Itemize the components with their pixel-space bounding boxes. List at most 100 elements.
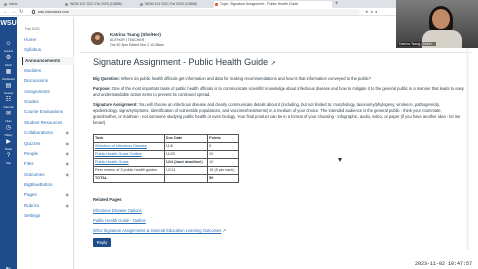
course-nav-label: Grades	[24, 99, 39, 105]
presenter-face	[432, 9, 450, 29]
table-row: Peer review of 3 public health guides 12/…	[93, 166, 239, 175]
column-header-task: Task	[93, 134, 165, 143]
course-nav-item[interactable]: Files ◉	[22, 160, 74, 168]
recording-timestamp: 2023-11-02 10:47:57	[415, 261, 473, 267]
table-row: Selection of Infectious Disease 11/6 5	[93, 142, 239, 151]
course-nav-label: Quizzes	[24, 140, 41, 146]
trend-icon: ↗	[270, 61, 276, 67]
author-avatar[interactable]	[91, 32, 104, 45]
task-cell: Selection of Infectious Disease	[93, 142, 165, 151]
table-header-row: Task Due Date Points	[93, 134, 239, 143]
points-cell: 50	[207, 174, 239, 183]
course-nav-label: Home	[24, 37, 37, 42]
url-field[interactable]: wsu.instructure.com	[30, 9, 360, 15]
purpose-paragraph: Purpose: One of the most important tasks…	[93, 86, 464, 97]
hidden-eye-icon: ◉	[65, 130, 70, 136]
course-icon	[140, 3, 143, 6]
due-date-cell: 11/6	[163, 142, 209, 151]
post-date: Oct 30 3pm Edited Nov 2 10:38am	[110, 43, 164, 47]
related-link-outline[interactable]: Public Health Guide - Outline	[93, 218, 146, 223]
course-nav-item[interactable]: Home	[22, 36, 74, 44]
back-icon[interactable]: ←	[3, 8, 8, 16]
new-tab-button[interactable]: +	[335, 0, 339, 8]
course-nav-item[interactable]: Settings	[22, 212, 74, 220]
hidden-eye-icon: ◉	[65, 140, 70, 146]
course-nav-label: Discussions	[24, 78, 49, 84]
browser-tab[interactable]: WSM 101 SOC-Fal 2023 (13898)	[64, 1, 138, 8]
course-nav-item[interactable]: Student Resources	[22, 119, 74, 127]
course-nav-item[interactable]: Outcomes ◉	[22, 171, 74, 179]
course-nav-label: Collaborations	[24, 130, 53, 136]
author-name[interactable]: Katrina Tsang (She/Her)	[110, 32, 161, 37]
course-nav-item[interactable]: Syllabus	[22, 46, 74, 54]
related-link-infectious-disease-options[interactable]: Infectious Disease Options	[93, 208, 142, 213]
term-label: Fall 2023	[25, 27, 40, 31]
browser-tab[interactable]: WSM 101 SOC-Fal 2023 (13898)	[139, 1, 213, 8]
hidden-eye-icon: ◉	[65, 150, 70, 156]
reload-icon[interactable]: ↻	[19, 8, 23, 16]
forward-icon[interactable]: →	[11, 8, 16, 16]
course-nav-item[interactable]: Announcements	[22, 56, 74, 65]
due-date-cell: 11/20	[163, 150, 209, 159]
task-cell: TOTAL	[93, 174, 165, 183]
page-title: Signature Assignment - Public Health Gui…	[93, 57, 276, 67]
course-nav-label: Files	[24, 161, 34, 167]
course-nav-label: Settings	[24, 212, 41, 218]
task-cell: Public Health Guide Outline	[93, 150, 165, 159]
course-nav-item[interactable]: BigBlueButton	[22, 181, 74, 189]
course-nav-item[interactable]: Assignments	[22, 88, 74, 96]
extension-icons[interactable]: ★●●	[365, 9, 379, 15]
lock-icon	[32, 10, 35, 14]
assignment-paragraph: Signature Assignment: You will choose an…	[93, 102, 461, 125]
browser-tab-active[interactable]: Topic: Signature Assignment - Public Hea…	[214, 1, 332, 8]
related-link-learning-outcomes[interactable]: WSU Signature Assignments & General Educ…	[93, 228, 221, 233]
global-navigation: WSU ☺ Account ⚙ Admin ▦ Dashboard ▤ Courses …	[0, 17, 17, 269]
course-nav-label: People	[24, 150, 39, 156]
points-cell: 15 (5 pts each)	[207, 166, 239, 175]
canvas-icon	[215, 3, 218, 6]
mouse-cursor	[338, 158, 342, 162]
course-nav-label: Announcements	[25, 57, 61, 63]
task-link[interactable]: Public Health Guide	[95, 160, 129, 164]
course-nav-label: Pages	[24, 192, 37, 198]
author-role: AUTHOR | TEACHER	[110, 38, 145, 42]
course-nav-label: Assignments	[24, 88, 50, 94]
points-cell: 5	[207, 142, 239, 151]
browser-tab[interactable]: Inbox	[3, 1, 63, 8]
webcam-overlay: Katrina Tsang (She/h...	[396, 0, 478, 48]
task-link[interactable]: Selection of Infectious Disease	[95, 144, 147, 148]
course-nav-item[interactable]: Grades	[22, 98, 74, 106]
webcam-name-label: Katrina Tsang (She/h...	[398, 42, 436, 46]
header-divider	[80, 52, 472, 53]
hidden-eye-icon: ◉	[65, 171, 70, 177]
help-icon: ?	[6, 153, 11, 159]
table-row: Public Health Guide Outline 11/20 20	[93, 150, 239, 159]
points-cell: 10	[207, 158, 239, 167]
reply-button[interactable]: Reply	[93, 238, 111, 247]
course-nav-item[interactable]: Pages ◉	[22, 191, 74, 199]
course-nav-item[interactable]: Rubrics ◉	[22, 202, 74, 210]
task-label: Peer review of 3 public health guides	[95, 168, 158, 172]
collapse-nav-icon[interactable]: ⇤	[0, 257, 17, 269]
course-nav-item[interactable]: Collaborations ◉	[22, 129, 74, 137]
task-link[interactable]: Public Health Guide Outline	[95, 152, 142, 156]
course-nav-item[interactable]: Discussions	[22, 77, 74, 85]
column-header-due: Due Date	[163, 134, 209, 143]
due-date-cell: 12/4 (hard deadline!)	[163, 158, 209, 167]
inbox-icon	[4, 3, 7, 6]
related-pages-heading: Related Pages	[93, 197, 122, 202]
course-nav-label: Rubrics	[24, 202, 40, 208]
course-nav-item[interactable]: Quizzes ◉	[22, 140, 74, 148]
tasks-table: Task Due Date Points Selection of Infect…	[93, 134, 239, 183]
course-nav-item[interactable]: Modules	[22, 67, 74, 75]
course-nav-item[interactable]: Course Evaluations	[22, 108, 74, 116]
help-nav[interactable]: ? Help	[0, 144, 17, 165]
course-nav-label: Student Resources	[24, 119, 63, 125]
course-nav-label: Course Evaluations	[24, 109, 64, 115]
course-nav-label: BigBlueButton	[24, 181, 53, 187]
wsu-logo[interactable]: WSU	[0, 19, 17, 28]
course-icon	[65, 3, 68, 6]
course-nav-item[interactable]: People ◉	[22, 150, 74, 158]
task-label: TOTAL	[95, 176, 108, 180]
page-scrollbar[interactable]	[466, 30, 469, 250]
